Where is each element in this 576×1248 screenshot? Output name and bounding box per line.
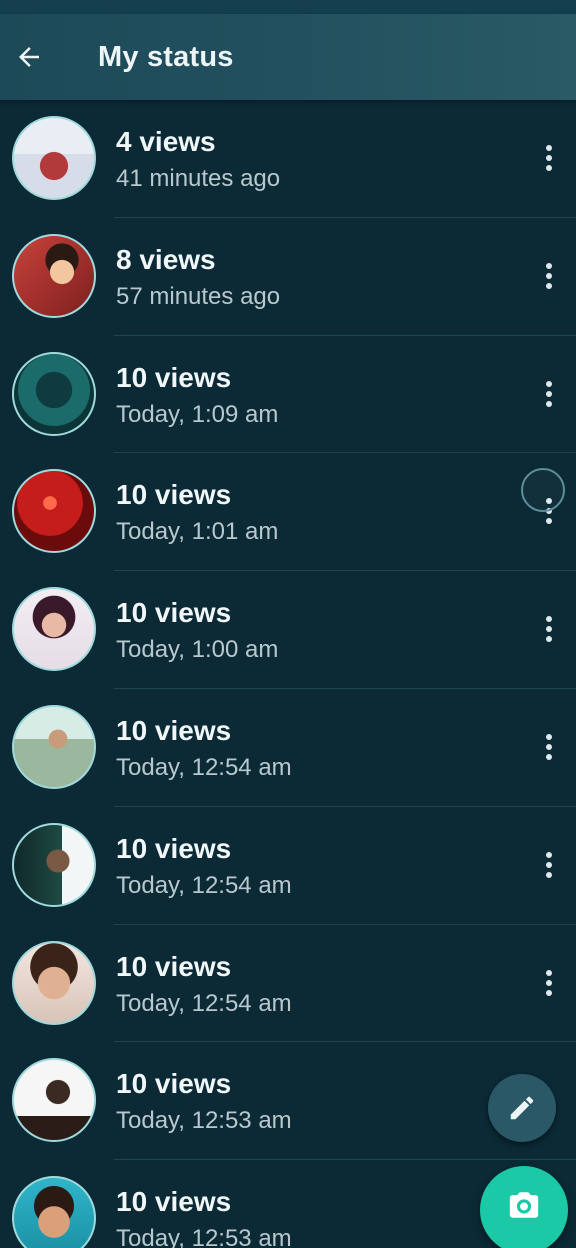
status-views: 10 views [116, 832, 232, 864]
app-bar: My status [0, 14, 576, 100]
more-options-button[interactable] [534, 138, 564, 178]
status-item[interactable]: 10 views Today, 1:09 am [0, 336, 576, 454]
status-time: Today, 12:54 am [116, 871, 292, 899]
more-vert-icon [546, 616, 552, 623]
status-item[interactable]: 10 views Today, 12:54 am [0, 689, 576, 807]
pencil-icon [510, 1096, 534, 1120]
status-time: Today, 12:54 am [116, 989, 292, 1017]
status-views: 10 views [116, 479, 232, 511]
more-options-button[interactable] [534, 963, 564, 1003]
more-vert-icon [546, 262, 552, 269]
status-thumbnail [12, 704, 96, 789]
status-views: 10 views [116, 361, 232, 393]
status-item[interactable]: 10 views Today, 12:54 am [0, 807, 576, 925]
status-time: Today, 12:54 am [116, 753, 292, 781]
status-views: 10 views [116, 1186, 232, 1218]
more-options-button[interactable] [534, 256, 564, 296]
status-thumbnail [12, 1176, 96, 1248]
status-views: 10 views [116, 714, 232, 746]
system-status-bar [0, 0, 576, 14]
status-thumbnail [12, 469, 96, 554]
status-views: 8 views [116, 243, 216, 275]
camera-status-button[interactable] [480, 1166, 568, 1248]
status-time: 41 minutes ago [116, 165, 281, 192]
more-options-button[interactable] [534, 727, 564, 767]
more-vert-icon [546, 733, 552, 740]
status-thumbnail [12, 822, 96, 907]
status-views: 10 views [116, 1068, 232, 1100]
more-options-button[interactable] [534, 845, 564, 885]
status-thumbnail [12, 940, 96, 1025]
touch-ripple [521, 468, 565, 512]
arrow-left-icon [19, 47, 39, 67]
more-vert-icon [546, 969, 552, 976]
status-thumbnail [12, 587, 96, 672]
more-vert-icon [546, 145, 552, 151]
status-views: 10 views [116, 597, 232, 629]
status-time: Today, 1:09 am [116, 400, 279, 428]
status-time: Today, 1:00 am [116, 636, 279, 664]
camera-icon [509, 1192, 539, 1218]
status-views: 10 views [116, 950, 232, 982]
back-button[interactable] [0, 28, 58, 86]
more-vert-icon [546, 851, 552, 858]
page-title: My status [98, 40, 234, 73]
status-thumbnail [12, 116, 96, 200]
status-thumbnail [12, 233, 96, 318]
status-time: 57 minutes ago [116, 282, 281, 310]
status-item[interactable]: 10 views Today, 1:00 am [0, 571, 576, 689]
more-options-button[interactable] [534, 609, 564, 649]
status-thumbnail [12, 1058, 96, 1143]
status-thumbnail [12, 351, 96, 436]
status-time: Today, 12:53 am [116, 1107, 292, 1135]
status-time: Today, 1:01 am [116, 518, 279, 546]
status-item[interactable]: 8 views 57 minutes ago [0, 218, 576, 336]
status-views: 4 views [116, 126, 216, 157]
status-item[interactable]: 4 views 41 minutes ago [0, 100, 576, 218]
status-item[interactable]: 10 views Today, 12:54 am [0, 925, 576, 1043]
more-vert-icon [546, 380, 552, 387]
status-time: Today, 12:53 am [116, 1225, 292, 1248]
status-screen: My status 4 views 41 minutes ago 8 views… [0, 0, 576, 1248]
status-list: 4 views 41 minutes ago 8 views 57 minute… [0, 100, 576, 1248]
edit-text-status-button[interactable] [488, 1074, 556, 1142]
status-item[interactable]: 10 views Today, 1:01 am [0, 453, 576, 572]
more-options-button[interactable] [534, 374, 564, 414]
